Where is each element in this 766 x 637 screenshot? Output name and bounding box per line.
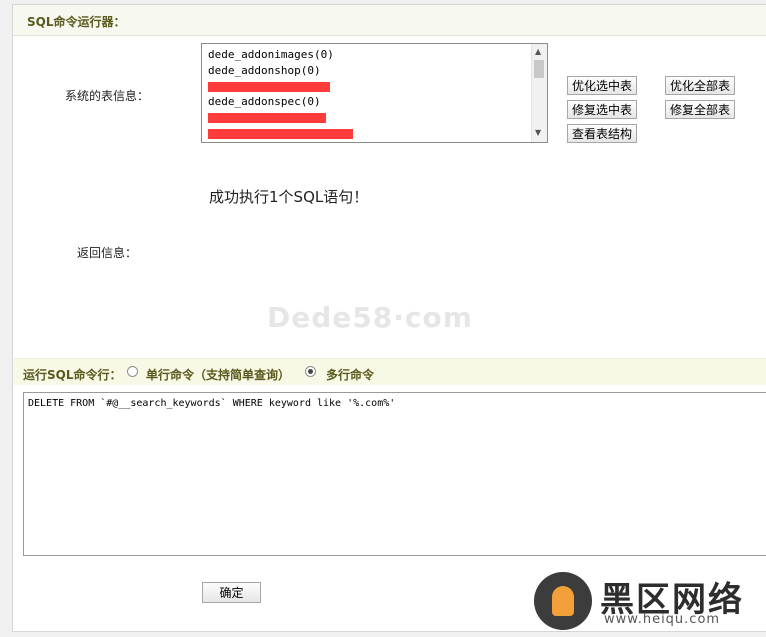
- scroll-thumb[interactable]: [534, 60, 544, 78]
- list-item[interactable]: dede_addonshop(0): [208, 63, 353, 79]
- confirm-button[interactable]: 确定: [202, 582, 261, 603]
- list-item[interactable]: dede_addonimages(0): [208, 47, 353, 63]
- list-item[interactable]: dede_addonspec(0): [208, 94, 353, 110]
- watermark-text: Dede58·com: [267, 301, 473, 334]
- table-list[interactable]: dede_addonimages(0) dede_addonshop(0) de…: [201, 43, 548, 143]
- list-scrollbar[interactable]: ▲ ▼: [531, 44, 547, 142]
- repair-all-button[interactable]: 修复全部表: [665, 100, 735, 119]
- tables-label: 系统的表信息：: [65, 89, 150, 103]
- list-item-redacted[interactable]: [208, 125, 353, 141]
- sql-command-input[interactable]: DELETE FROM `#@__search_keywords` WHERE …: [23, 392, 766, 556]
- list-item-redacted[interactable]: [208, 78, 353, 94]
- panel-header: SQL命令运行器：: [13, 5, 766, 36]
- command-label: 运行SQL命令行：: [23, 368, 122, 382]
- site-logo-url: www.heiqu.com: [604, 612, 721, 627]
- redaction-bar: [208, 128, 353, 139]
- command-mode-bar: 运行SQL命令行： 单行命令（支持简单查询） 多行命令: [13, 358, 766, 385]
- optimize-all-button[interactable]: 优化全部表: [665, 76, 735, 95]
- optimize-selected-button[interactable]: 优化选中表: [567, 76, 637, 95]
- view-structure-button[interactable]: 查看表结构: [567, 124, 637, 143]
- single-line-label[interactable]: 单行命令（支持简单查询）: [146, 366, 290, 383]
- site-logo-icon: [534, 572, 592, 630]
- scroll-up-arrow-icon[interactable]: ▲: [535, 47, 541, 57]
- multi-line-radio[interactable]: [305, 366, 316, 377]
- list-item-redacted[interactable]: [208, 109, 353, 125]
- redaction-bar: [208, 113, 326, 123]
- redaction-bar: [208, 82, 330, 92]
- multi-line-label[interactable]: 多行命令: [326, 366, 374, 383]
- sql-runner-panel: SQL命令运行器： 系统的表信息： dede_addonimages(0) de…: [12, 4, 766, 632]
- scroll-down-arrow-icon[interactable]: ▼: [535, 128, 541, 138]
- success-message: 成功执行1个SQL语句！: [209, 188, 369, 206]
- repair-selected-button[interactable]: 修复选中表: [567, 100, 637, 119]
- single-line-radio[interactable]: [127, 366, 138, 377]
- page-title: SQL命令运行器：: [27, 15, 126, 29]
- return-info-label: 返回信息：: [77, 246, 138, 260]
